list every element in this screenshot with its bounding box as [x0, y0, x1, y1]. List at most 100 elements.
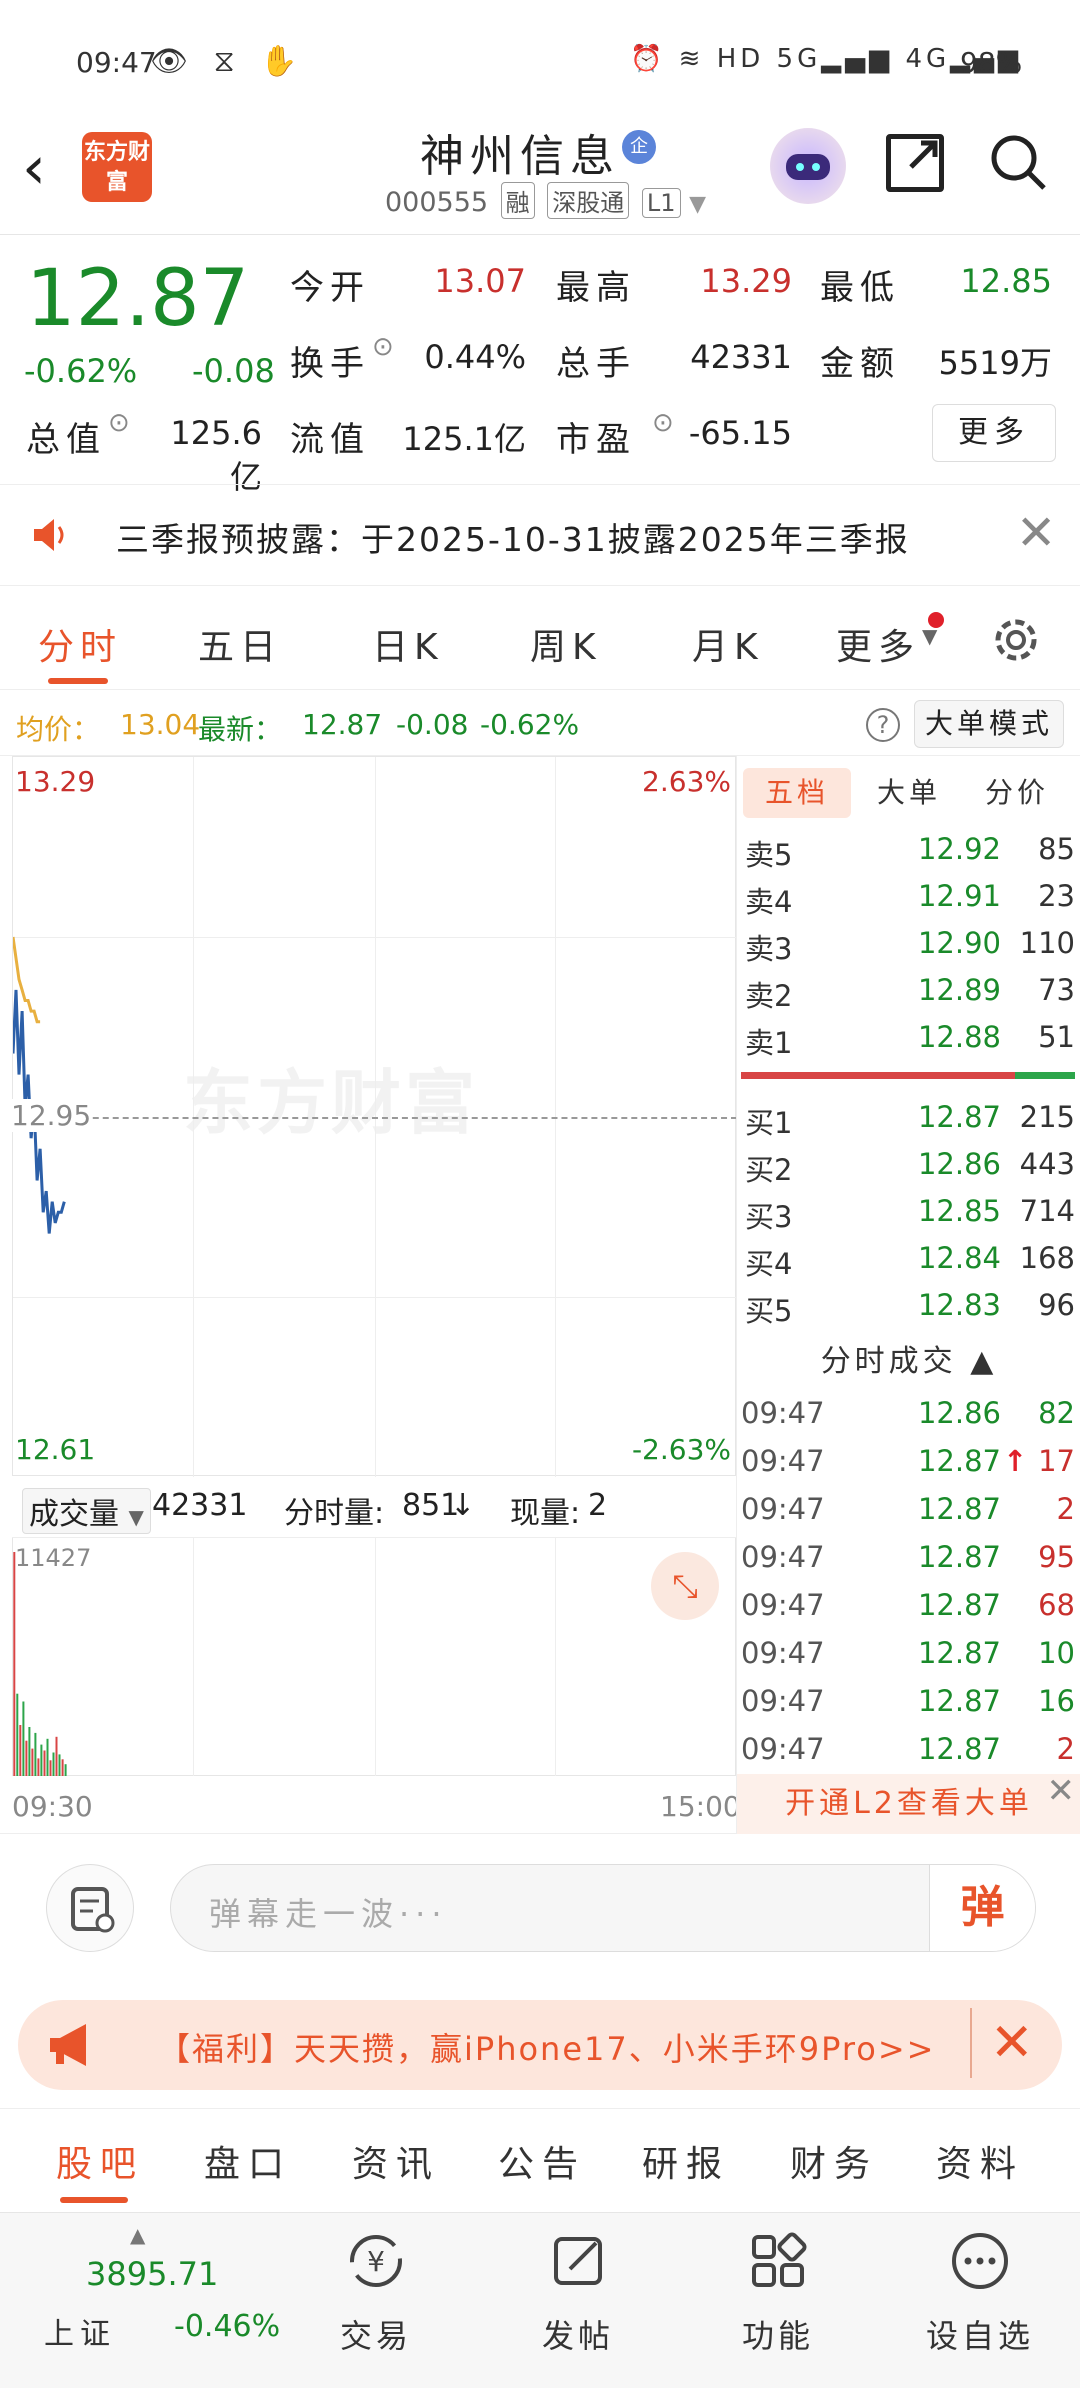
trade-price: 12.86: [917, 1396, 1001, 1430]
tag-connect: 深股通: [547, 182, 630, 219]
tab-news[interactable]: 资讯: [352, 2135, 440, 2187]
trade-ticks-title[interactable]: 分时成交 ▲: [737, 1336, 1080, 1386]
tag-margin: 融: [500, 182, 535, 219]
nav-post[interactable]: 发帖: [508, 2229, 648, 2379]
volume-bar: [31, 1748, 34, 1776]
tab-orderbook[interactable]: 盘口: [204, 2135, 292, 2187]
bid-label: 买5: [745, 1294, 793, 1328]
info-dots-icon[interactable]: ⊙: [652, 408, 680, 438]
notice-banner[interactable]: 三季报预披露：于2025-10-31披露2025年三季报 ✕: [0, 484, 1080, 586]
bid-volume: 96: [1038, 1288, 1075, 1322]
trade-price: 12.87: [917, 1588, 1001, 1622]
edit-icon: [554, 2237, 602, 2285]
more-button[interactable]: 更多: [932, 404, 1056, 462]
big-order-mode-button[interactable]: 大单模式: [914, 700, 1064, 748]
yen-exchange-icon: ¥: [350, 2235, 402, 2287]
volume-bar: [58, 1754, 61, 1776]
promo-banner[interactable]: 【福利】天天攒，赢iPhone17、小米手环9Pro>> ✕: [18, 2000, 1062, 2090]
intraday-chart[interactable]: 东方财富 13.29 12.95 12.61 2.63% -2.63%: [11, 756, 737, 1477]
caret-up-icon: ▲: [130, 2223, 146, 2247]
volume-chart[interactable]: 11427 ⤡: [12, 1538, 736, 1776]
tab-five-levels[interactable]: 五档: [743, 768, 851, 818]
ask-row: 卖1 12.88 51: [737, 1014, 1080, 1062]
trade-price: 12.87: [917, 1444, 1001, 1478]
bid-row: 买4 12.84 168: [737, 1235, 1080, 1283]
tab-financials[interactable]: 财务: [790, 2135, 878, 2187]
tab-forum[interactable]: 股吧: [56, 2135, 144, 2187]
stock-code-row[interactable]: 000555 融 深股通 L1 ▼: [385, 182, 706, 219]
trade-price: 12.87: [917, 1540, 1001, 1574]
bid-volume: 443: [1019, 1147, 1075, 1181]
danmu-send-button[interactable]: 弹: [929, 1865, 1035, 1951]
ask-volume: 23: [1038, 879, 1075, 913]
close-icon[interactable]: ✕: [970, 2008, 1034, 2078]
l2-upgrade-label: 开通L2查看大单: [785, 1786, 1033, 1821]
volume-bar: [25, 1740, 28, 1776]
tag-level: L1: [641, 188, 681, 218]
trade-price: 12.87: [917, 1732, 1001, 1766]
info-dots-icon[interactable]: ⊙: [108, 408, 136, 438]
up-arrow-icon: ↑: [1003, 1444, 1028, 1478]
volume-bar: [22, 1701, 25, 1776]
search-icon[interactable]: [990, 134, 1046, 190]
trade-row: 09:47 12.87 95: [737, 1534, 1080, 1582]
tab-more[interactable]: 更多: [836, 618, 920, 670]
y-axis-mid-label: 12.95: [11, 1099, 92, 1132]
tab-research[interactable]: 研报: [642, 2135, 730, 2187]
trade-time: 09:47: [741, 1588, 825, 1622]
quote-panel: 12.87 -0.62% -0.08 今开 13.07 最高 13.29 最低 …: [0, 236, 1080, 496]
volume-bar: [37, 1758, 40, 1776]
tab-five-day[interactable]: 五日: [198, 618, 282, 670]
close-icon[interactable]: ✕: [1047, 1774, 1080, 1808]
share-icon[interactable]: [886, 134, 944, 192]
bid-row: 买2 12.86 443: [737, 1141, 1080, 1189]
tab-intraday[interactable]: 分时: [38, 618, 122, 670]
info-dots-icon[interactable]: ⊙: [372, 332, 400, 362]
bid-row: 买3 12.85 714: [737, 1188, 1080, 1236]
tab-price-distribution[interactable]: 分价: [963, 768, 1071, 818]
close-icon[interactable]: ✕: [1016, 505, 1056, 561]
tab-weekly-k[interactable]: 周K: [530, 618, 602, 670]
ai-assistant-icon[interactable]: [770, 128, 846, 204]
index-name: 上证: [44, 2317, 116, 2352]
status-time: 09:47: [76, 46, 157, 79]
trade-volume: 82: [1038, 1396, 1075, 1430]
megaphone-icon: [50, 2024, 86, 2066]
volume-bar: [49, 1760, 52, 1776]
tab-big-orders[interactable]: 大单: [855, 768, 963, 818]
comment-settings-icon[interactable]: [46, 1864, 134, 1952]
volume-indicator-select[interactable]: 成交量 ▼: [22, 1488, 151, 1534]
volume-max-label: 11427: [15, 1544, 92, 1572]
bid-price: 12.83: [917, 1288, 1001, 1322]
tab-monthly-k[interactable]: 月K: [692, 618, 764, 670]
tab-announcements[interactable]: 公告: [498, 2135, 586, 2187]
expand-icon[interactable]: ⤡: [651, 1552, 719, 1620]
tab-profile[interactable]: 资料: [936, 2135, 1024, 2187]
tab-daily-k[interactable]: 日K: [372, 618, 444, 670]
nav-add-watchlist[interactable]: 设自选: [910, 2229, 1050, 2379]
ask-label: 卖1: [745, 1026, 793, 1060]
volume-bar: [34, 1732, 37, 1776]
index-ticker[interactable]: ▲ 3895.71 上证 -0.46%: [20, 2223, 280, 2377]
nav-functions[interactable]: 功能: [708, 2229, 848, 2379]
promo-text: 【福利】天天攒，赢iPhone17、小米手环9Pro>>: [158, 2030, 936, 2068]
back-icon[interactable]: ‹: [22, 138, 46, 198]
ask-price: 12.89: [917, 973, 1001, 1007]
trade-row: 09:47 12.86 82: [737, 1390, 1080, 1438]
current-volume-value: 2: [588, 1488, 608, 1523]
trade-volume: 95: [1038, 1540, 1075, 1574]
l2-upgrade-button[interactable]: 开通L2查看大单 ✕: [737, 1774, 1080, 1834]
x-axis-end: 15:00: [660, 1790, 741, 1823]
avg-value: 13.04: [120, 708, 201, 741]
ask-row: 卖4 12.91 23: [737, 873, 1080, 921]
minute-volume-label: 分时量:: [284, 1496, 385, 1531]
caret-down-icon: ▼: [128, 1505, 144, 1529]
danmu-input[interactable]: 弹幕走一波··· 弹: [170, 1864, 1036, 1952]
ask-price: 12.88: [917, 1020, 1001, 1054]
pe-value: -65.15: [688, 414, 792, 452]
help-icon[interactable]: ?: [866, 708, 900, 742]
bid-volume: 215: [1019, 1100, 1075, 1134]
nav-trade[interactable]: ¥ 交易: [306, 2229, 446, 2379]
tab-active-indicator: [60, 2197, 128, 2203]
gear-icon[interactable]: [988, 612, 1044, 668]
